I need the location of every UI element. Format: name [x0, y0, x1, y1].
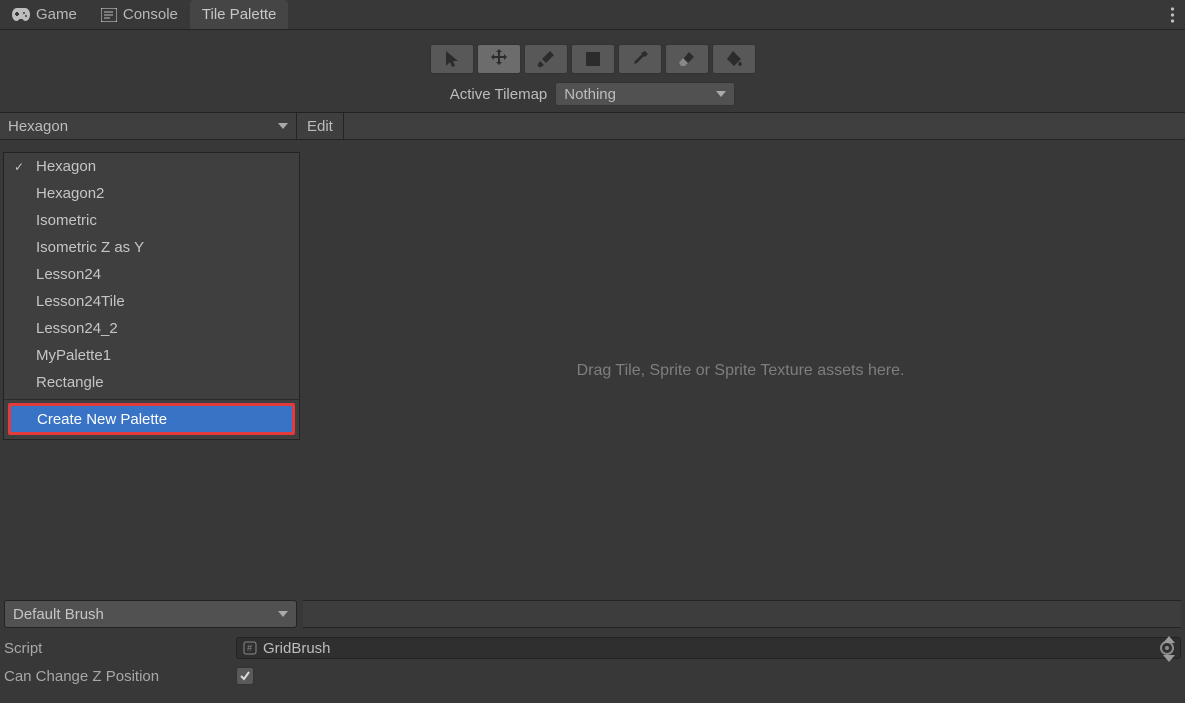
edit-button-label: Edit: [307, 118, 333, 135]
menu-divider: [4, 399, 299, 400]
script-object-field[interactable]: # GridBrush: [236, 637, 1181, 659]
active-tilemap-label: Active Tilemap: [450, 86, 548, 103]
palette-menu-item[interactable]: Lesson24: [4, 261, 299, 288]
brush-icon: [537, 50, 555, 68]
palette-menu-item-label: Hexagon2: [36, 185, 104, 202]
brush-dropdown[interactable]: Default Brush: [4, 600, 297, 628]
chevron-down-icon: [278, 611, 288, 617]
palette-menu-item[interactable]: Lesson24_2: [4, 315, 299, 342]
gamepad-icon: [12, 8, 30, 21]
palette-menu-item-label: Isometric Z as Y: [36, 239, 144, 256]
active-tilemap-row: Active Tilemap Nothing: [450, 82, 736, 106]
brush-inspector: Script # GridBrush Can Change Z Position: [4, 634, 1181, 690]
console-icon: [101, 8, 117, 22]
eraser-icon: [678, 50, 696, 68]
bucket-icon: [725, 50, 743, 68]
check-icon: [239, 670, 251, 682]
brush-toolbar-spacer: [303, 600, 1181, 628]
square-icon: [585, 51, 601, 67]
palette-menu-item[interactable]: Isometric: [4, 207, 299, 234]
create-new-palette-highlight: Create New Palette: [8, 403, 295, 435]
palette-menu-item[interactable]: Isometric Z as Y: [4, 234, 299, 261]
tab-tile-palette-label: Tile Palette: [202, 6, 276, 23]
palette-menu-item[interactable]: Rectangle: [4, 369, 299, 396]
palette-menu-item[interactable]: Lesson24Tile: [4, 288, 299, 315]
can-change-z-label: Can Change Z Position: [4, 668, 226, 685]
svg-text:#: #: [247, 643, 252, 653]
kebab-icon: [1170, 6, 1175, 24]
triangle-up-icon: [1163, 636, 1175, 643]
palette-select-value: Hexagon: [8, 118, 68, 135]
paint-toolbar: [430, 44, 756, 74]
palette-select-dropdown[interactable]: Hexagon: [0, 113, 297, 139]
palette-bar: Hexagon Edit: [0, 112, 1185, 140]
cursor-icon: [443, 50, 461, 68]
inspector-fold-arrows[interactable]: [1163, 636, 1181, 662]
select-tool-button[interactable]: [430, 44, 474, 74]
palette-menu-item[interactable]: ✓ Hexagon: [4, 153, 299, 180]
palette-menu-item-label: Lesson24: [36, 266, 101, 283]
chevron-down-icon: [716, 91, 726, 97]
palette-menu-item-label: Lesson24_2: [36, 320, 118, 337]
move-icon: [489, 49, 509, 69]
eyedropper-icon: [631, 50, 649, 68]
tab-console[interactable]: Console: [89, 0, 190, 29]
check-icon: ✓: [12, 160, 26, 174]
brush-tool-button[interactable]: [524, 44, 568, 74]
can-change-z-checkbox[interactable]: [236, 667, 254, 685]
box-tool-button[interactable]: [571, 44, 615, 74]
palette-menu-item-label: Rectangle: [36, 374, 104, 391]
tab-game-label: Game: [36, 6, 77, 23]
triangle-down-icon: [1163, 655, 1175, 662]
tile-drop-area[interactable]: Drag Tile, Sprite or Sprite Texture asse…: [300, 152, 1181, 590]
paint-toolbar-area: Active Tilemap Nothing: [0, 30, 1185, 112]
window-tabbar: Game Console Tile Palette: [0, 0, 1185, 30]
script-value: GridBrush: [263, 640, 331, 657]
create-new-palette-item[interactable]: Create New Palette: [11, 406, 292, 432]
active-tilemap-dropdown[interactable]: Nothing: [555, 82, 735, 106]
tab-tile-palette[interactable]: Tile Palette: [190, 0, 288, 29]
script-label: Script: [4, 640, 226, 657]
drop-hint-text: Drag Tile, Sprite or Sprite Texture asse…: [577, 362, 905, 380]
brush-dropdown-value: Default Brush: [13, 606, 104, 623]
edit-button[interactable]: Edit: [297, 113, 344, 139]
picker-tool-button[interactable]: [618, 44, 662, 74]
active-tilemap-value: Nothing: [564, 86, 616, 103]
move-tool-button[interactable]: [477, 44, 521, 74]
eraser-tool-button[interactable]: [665, 44, 709, 74]
palette-menu-item-label: Isometric: [36, 212, 97, 229]
tab-console-label: Console: [123, 6, 178, 23]
palette-menu-item-label: Lesson24Tile: [36, 293, 125, 310]
palette-menu-item-label: Hexagon: [36, 158, 96, 175]
tab-game[interactable]: Game: [0, 0, 89, 29]
fill-tool-button[interactable]: [712, 44, 756, 74]
window-menu-button[interactable]: [1170, 0, 1175, 29]
palette-menu-item[interactable]: MyPalette1: [4, 342, 299, 369]
create-new-palette-label: Create New Palette: [37, 411, 167, 428]
brush-row: Default Brush: [4, 600, 1181, 628]
palette-menu-item-label: MyPalette1: [36, 347, 111, 364]
chevron-down-icon: [278, 123, 288, 129]
palette-menu-item[interactable]: Hexagon2: [4, 180, 299, 207]
script-icon: #: [243, 641, 257, 655]
palette-dropdown-menu: ✓ Hexagon Hexagon2 Isometric Isometric Z as …: [3, 152, 300, 440]
